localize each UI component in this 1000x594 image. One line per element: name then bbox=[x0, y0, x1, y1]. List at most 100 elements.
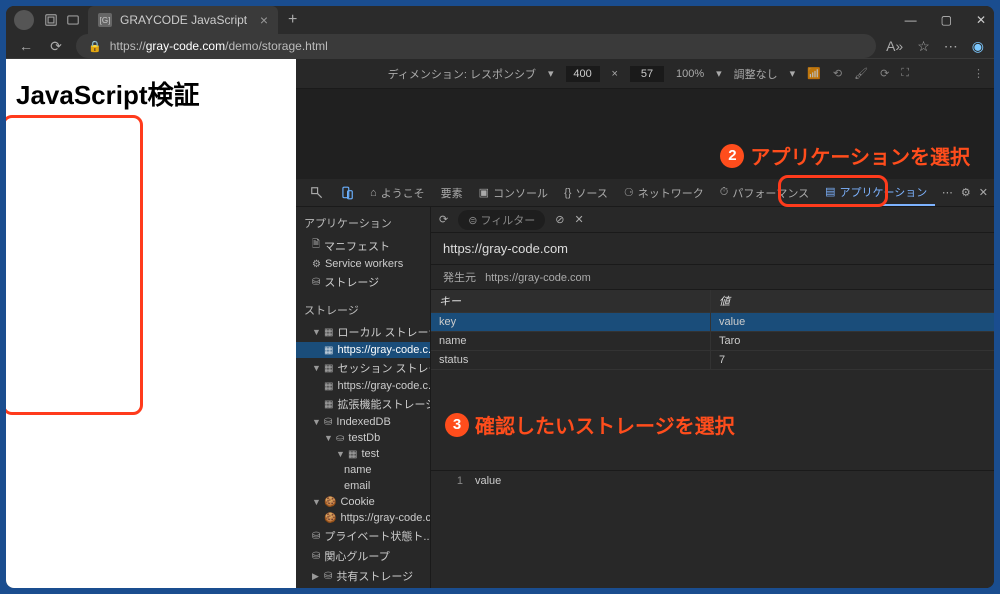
rotate-icon[interactable]: ⟲ bbox=[833, 67, 842, 80]
tab-application[interactable]: ▤アプリケーション bbox=[817, 180, 935, 206]
chevron-down-icon: ▼ bbox=[336, 449, 344, 459]
read-aloud-icon[interactable]: A» bbox=[886, 38, 903, 55]
brush-icon[interactable]: ⟳ bbox=[880, 67, 889, 80]
tree-item-index-email[interactable]: email bbox=[296, 478, 430, 494]
database-icon: ⛁ bbox=[312, 277, 320, 288]
chevron-down-icon[interactable]: ▾ bbox=[548, 67, 554, 80]
back-button[interactable]: ← bbox=[16, 38, 36, 54]
tree-item-storage-overview[interactable]: ⛁ストレージ bbox=[296, 272, 430, 292]
performance-icon: ⏱ bbox=[720, 186, 729, 199]
refresh-icon[interactable]: ⟳ bbox=[439, 213, 448, 226]
zoom-label[interactable]: 100% bbox=[676, 68, 704, 80]
tree-item-cookie[interactable]: ▼🍪Cookie bbox=[296, 494, 430, 510]
close-window-button[interactable]: ✕ bbox=[976, 13, 986, 27]
header-key[interactable]: キー bbox=[431, 290, 711, 312]
chevron-down-icon[interactable]: ▾ bbox=[716, 67, 722, 80]
chevron-down-icon: ▼ bbox=[312, 497, 320, 507]
source-label: 発生元 bbox=[443, 272, 476, 284]
maximize-button[interactable]: ▢ bbox=[941, 13, 952, 27]
tree-item-cache-storage[interactable]: ⛁キャッシュ ストレージ bbox=[296, 586, 430, 588]
cell-key: key bbox=[431, 313, 711, 331]
close-devtools-icon[interactable]: ✕ bbox=[979, 186, 988, 199]
gear-icon: ⚙ bbox=[312, 259, 321, 270]
delete-icon[interactable]: ✕ bbox=[575, 213, 584, 226]
grid-icon: ▦ bbox=[324, 381, 333, 392]
settings-icon[interactable]: ⚙ bbox=[961, 186, 971, 199]
tab-performance[interactable]: ⏱パフォーマンス bbox=[712, 181, 817, 205]
database-icon: ⛀ bbox=[336, 433, 344, 444]
grid-icon: ▦ bbox=[324, 363, 333, 374]
more-icon[interactable]: ⋮ bbox=[973, 67, 984, 80]
table-row[interactable]: name Taro bbox=[431, 332, 994, 351]
tab-welcome[interactable]: ⌂ようこそ bbox=[362, 181, 433, 205]
chevron-down-icon[interactable]: ▾ bbox=[790, 67, 796, 80]
tree-item-indexeddb[interactable]: ▼⛁IndexedDB bbox=[296, 414, 430, 430]
tree-item-test-store[interactable]: ▼▦test bbox=[296, 446, 430, 462]
more-tabs-icon[interactable]: ⋯ bbox=[942, 186, 953, 199]
tree-item-manifest[interactable]: 🗎マニフェスト bbox=[296, 235, 430, 256]
network-icon: ⚆ bbox=[624, 186, 634, 199]
database-icon: ⛁ bbox=[312, 551, 320, 562]
tab-title: GRAYCODE JavaScript bbox=[120, 13, 247, 27]
screenshot-icon[interactable]: ⛶ bbox=[901, 67, 909, 80]
tree-item-testdb[interactable]: ▼⛀testDb bbox=[296, 430, 430, 446]
tree-item-extension-storage[interactable]: ▦拡張機能ストレージ bbox=[296, 394, 430, 414]
application-panel: アプリケーション 🗎マニフェスト ⚙Service workers ⛁ストレージ… bbox=[296, 207, 994, 588]
annotation-step2: 2 アプリケーションを選択 bbox=[720, 141, 970, 170]
close-tab-icon[interactable]: × bbox=[260, 12, 268, 28]
tree-item-local-storage[interactable]: ▼▦ローカル ストレージ bbox=[296, 322, 430, 342]
copilot-icon[interactable]: ◉ bbox=[972, 38, 984, 55]
tree-item-index-name[interactable]: name bbox=[296, 462, 430, 478]
tab-network[interactable]: ⚆ネットワーク bbox=[616, 181, 712, 205]
tree-item-private-state[interactable]: ⛁プライベート状態ト... bbox=[296, 526, 430, 546]
table-row[interactable]: key value bbox=[431, 313, 994, 332]
url-text: https://gray-code.com/demo/storage.html bbox=[110, 39, 328, 53]
favorites-icon[interactable]: ☆ bbox=[917, 38, 930, 55]
chevron-down-icon: ▼ bbox=[312, 363, 320, 373]
wifi-icon[interactable]: 📶 bbox=[807, 67, 821, 80]
source-value: https://gray-code.com bbox=[485, 272, 591, 284]
new-tab-button[interactable]: + bbox=[288, 11, 297, 29]
tree-item-cookie-origin[interactable]: 🍪https://gray-code.c... bbox=[296, 510, 430, 526]
table-row[interactable]: status 7 bbox=[431, 351, 994, 370]
sidebar-tree: アプリケーション 🗎マニフェスト ⚙Service workers ⛁ストレージ… bbox=[296, 207, 431, 588]
device-toggle-icon[interactable] bbox=[332, 182, 362, 204]
tree-item-local-storage-origin[interactable]: ▦https://gray-code.c... bbox=[296, 342, 430, 358]
height-input[interactable] bbox=[630, 66, 664, 82]
line-number: 1 bbox=[439, 475, 463, 588]
tree-item-interest-groups[interactable]: ⛁関心グループ bbox=[296, 546, 430, 566]
width-input[interactable] bbox=[566, 66, 600, 82]
browser-tab[interactable]: [G] GRAYCODE JavaScript × bbox=[88, 6, 278, 34]
inspect-icon[interactable] bbox=[302, 182, 332, 204]
profile-avatar[interactable] bbox=[14, 10, 34, 30]
favicon-icon: [G] bbox=[98, 13, 112, 27]
address-bar: ← ⟳ 🔒 https://gray-code.com/demo/storage… bbox=[6, 34, 994, 59]
device-toolbar: ディメンション: レスポンシブ ▾ × 100%▾ 調整なし▾ 📶 ⟲ 🖌 ⟳ … bbox=[296, 59, 994, 89]
browser-window: [G] GRAYCODE JavaScript × + — ▢ ✕ ← ⟳ 🔒 … bbox=[6, 6, 994, 588]
chevron-down-icon: ▼ bbox=[324, 433, 332, 443]
tree-section-application: アプリケーション bbox=[296, 211, 430, 235]
tree-item-service-workers[interactable]: ⚙Service workers bbox=[296, 256, 430, 272]
minimize-button[interactable]: — bbox=[905, 13, 917, 27]
header-value[interactable]: 値 bbox=[711, 290, 994, 312]
tab-elements[interactable]: 要素 bbox=[433, 181, 471, 205]
dimension-label[interactable]: ディメンション: レスポンシブ bbox=[388, 66, 536, 82]
tree-item-session-storage-origin[interactable]: ▦https://gray-code.c... bbox=[296, 378, 430, 394]
source-bar: 発生元 https://gray-code.com bbox=[431, 265, 994, 290]
tree-item-session-storage[interactable]: ▼▦セッション ストレージ bbox=[296, 358, 430, 378]
url-input[interactable]: 🔒 https://gray-code.com/demo/storage.htm… bbox=[76, 34, 876, 58]
throttle-label[interactable]: 調整なし bbox=[734, 66, 778, 82]
workspace-icon[interactable] bbox=[44, 13, 58, 27]
tab-sources[interactable]: {}ソース bbox=[556, 181, 616, 205]
color-picker-icon[interactable]: 🖌 bbox=[854, 67, 868, 80]
filter-input[interactable]: ⊜ フィルター bbox=[458, 210, 545, 230]
clear-icon[interactable]: ⊘ bbox=[555, 213, 564, 226]
cell-value: 7 bbox=[711, 351, 994, 369]
refresh-button[interactable]: ⟳ bbox=[46, 38, 66, 55]
cell-value: Taro bbox=[711, 332, 994, 350]
detail-value: value bbox=[475, 475, 501, 588]
tab-console[interactable]: ▣コンソール bbox=[471, 181, 556, 205]
tablist-icon[interactable] bbox=[66, 13, 80, 27]
tree-item-shared-storage[interactable]: ▶⛁共有ストレージ bbox=[296, 566, 430, 586]
menu-icon[interactable]: ⋯ bbox=[944, 38, 958, 55]
